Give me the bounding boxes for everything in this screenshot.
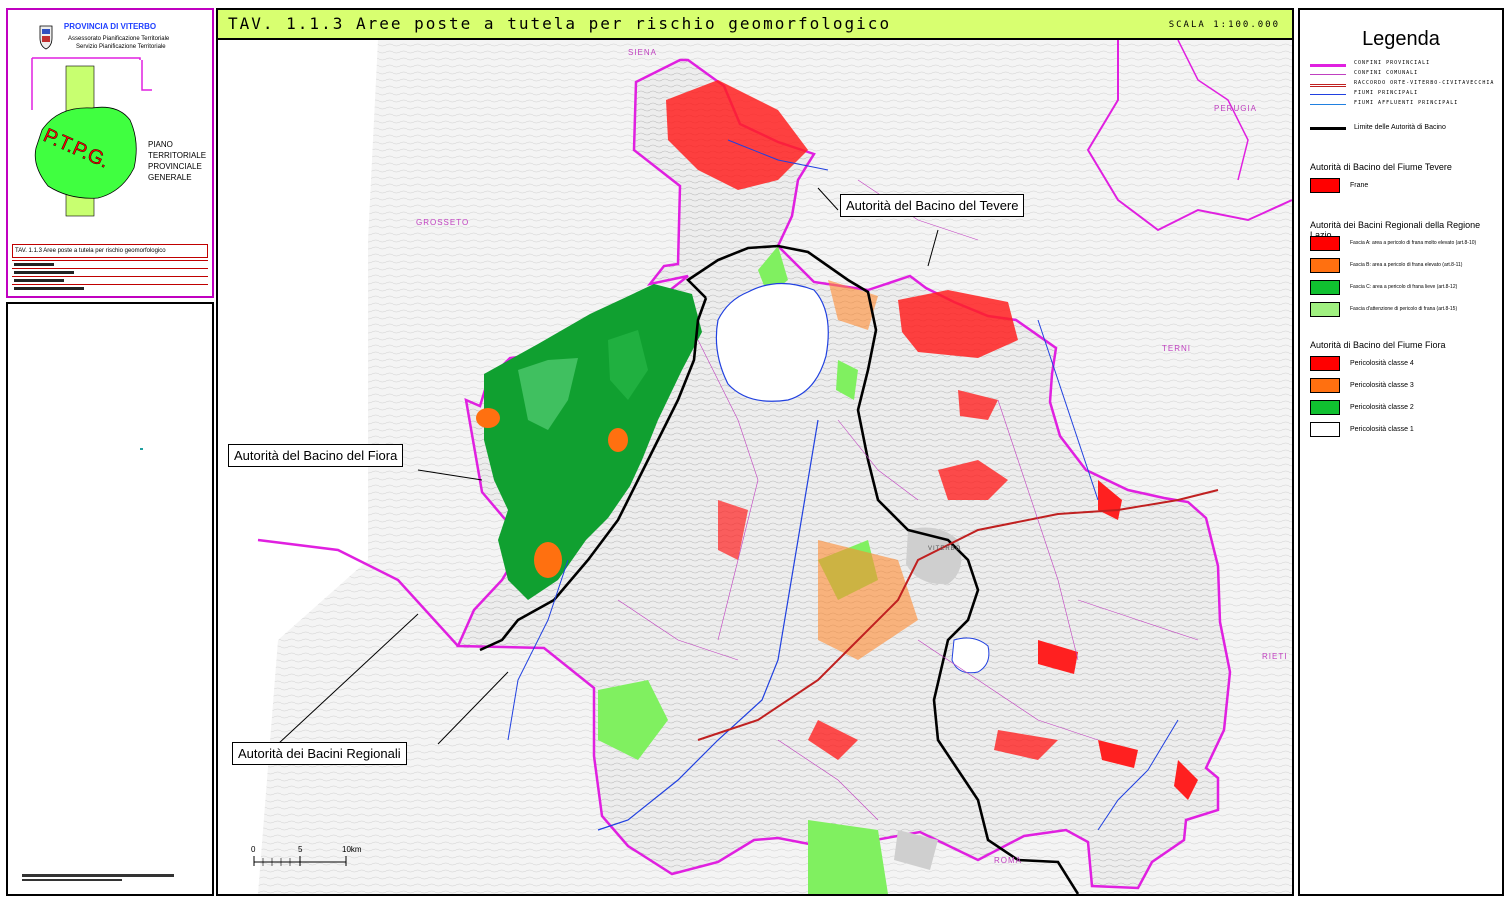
legend-label: Pericolosità classe 4	[1350, 360, 1414, 367]
orange-patch	[476, 408, 500, 428]
legend-swatch	[1310, 378, 1340, 393]
legend-label: Pericolosità classe 2	[1350, 404, 1414, 411]
callout-fiora: Autorità del Bacino del Fiora	[228, 444, 404, 467]
map-speck	[140, 448, 143, 450]
legend-title: Legenda	[1362, 28, 1440, 50]
lake-vico	[951, 637, 990, 674]
legend-label: Pericolosità classe 1	[1350, 426, 1414, 433]
map-panel: TAV. 1.1.3 Aree poste a tutela per risch…	[216, 8, 1294, 896]
callout-regionali: Autorità dei Bacini Regionali	[232, 742, 407, 765]
legend-swatch	[1310, 356, 1340, 371]
legend-label: Fascia C: area a pericolo di frana lieve…	[1350, 284, 1458, 290]
legend-swatch	[1310, 236, 1340, 251]
place-roma: ROMA	[994, 856, 1022, 865]
legend-swatch	[1310, 302, 1340, 317]
legend-label: Fascia d'attenzione di pericolo di frana…	[1350, 306, 1458, 312]
legend-line-municipal: CONFINI COMUNALI	[1310, 70, 1500, 80]
attention-zone	[808, 820, 888, 894]
place-rieti: RIETI	[1262, 652, 1288, 661]
scale-tick-0: 0	[251, 845, 256, 854]
piano-line-1: PIANO	[148, 140, 173, 149]
header-panel: PROVINCIA DI VITERBO Assessorato Pianifi…	[6, 8, 214, 298]
info-row	[12, 260, 208, 268]
legend-heading-fiora: Autorità di Bacino del Fiume Fiora	[1310, 340, 1446, 350]
legend-label: Fascia B: area a pericolo di frana eleva…	[1350, 262, 1463, 268]
legend-swatch	[1310, 422, 1340, 437]
legend-swatch	[1310, 400, 1340, 415]
legend-label: Pericolosità classe 3	[1350, 382, 1414, 389]
footnote-line	[22, 879, 122, 881]
legend-swatch	[1310, 178, 1340, 193]
legend-panel: Legenda CONFINI PROVINCIALI CONFINI COMU…	[1298, 8, 1504, 896]
piano-line-2: TERRITORIALE	[148, 151, 207, 160]
legend-swatch	[1310, 258, 1340, 273]
dept-line-1: Assessorato Pianificazione Territoriale	[68, 36, 170, 42]
piano-line-3: PROVINCIALE	[148, 162, 202, 171]
province-name: PROVINCIA DI VITERBO	[63, 22, 157, 31]
legend-line-rivers: FIUMI PRINCIPALI	[1310, 90, 1500, 100]
legend-boundary: Limite delle Autorità di Bacino	[1310, 122, 1500, 136]
place-terni: TERNI	[1162, 344, 1191, 353]
place-siena: SIENA	[628, 48, 658, 57]
legend-line-raccordo: RACCORDO ORTE-VITERBO-CIVITAVECCHIA	[1310, 80, 1500, 90]
scale-tick-5: 5	[298, 845, 303, 854]
title-bar: TAV. 1.1.3 Aree poste a tutela per risch…	[218, 10, 1292, 40]
info-row	[12, 284, 208, 292]
legend-line-tributaries: FIUMI AFFLUENTI PRINCIPALI	[1310, 100, 1500, 110]
info-row	[12, 268, 208, 276]
info-row	[12, 276, 208, 284]
page-title: TAV. 1.1.3 Aree poste a tutela per risch…	[228, 14, 892, 33]
map-canvas: 0 5 10km	[251, 40, 1292, 894]
legend-swatch	[1310, 280, 1340, 295]
legend-line-provincial: CONFINI PROVINCIALI	[1310, 60, 1500, 70]
place-perugia: PERUGIA	[1214, 104, 1258, 113]
callout-tevere: Autorità del Bacino del Tevere	[840, 194, 1025, 217]
ptpg-logo-icon: P.T.P.G.	[31, 57, 152, 217]
table-title: TAV. 1.1.3 Aree poste a tutela per risch…	[12, 244, 208, 258]
lake-bolsena	[715, 282, 829, 402]
legend-label: Frane	[1350, 182, 1369, 189]
scale-tick-10: 10km	[342, 845, 362, 854]
footnote-line	[22, 874, 174, 877]
piano-line-4: GENERALE	[148, 173, 192, 182]
orange-patch	[608, 428, 628, 452]
place-viterbo: VITERBO	[928, 546, 962, 552]
legend-label: Fascia A: area a pericolo di frana molto…	[1350, 240, 1477, 246]
place-grosseto: GROSSETO	[416, 218, 470, 227]
scale-label: SCALA 1:100.000	[1168, 20, 1280, 30]
notes-panel	[6, 302, 214, 896]
legend-heading-tevere: Autorità di Bacino del Fiume Tevere	[1310, 162, 1452, 172]
orange-patch	[534, 542, 562, 578]
